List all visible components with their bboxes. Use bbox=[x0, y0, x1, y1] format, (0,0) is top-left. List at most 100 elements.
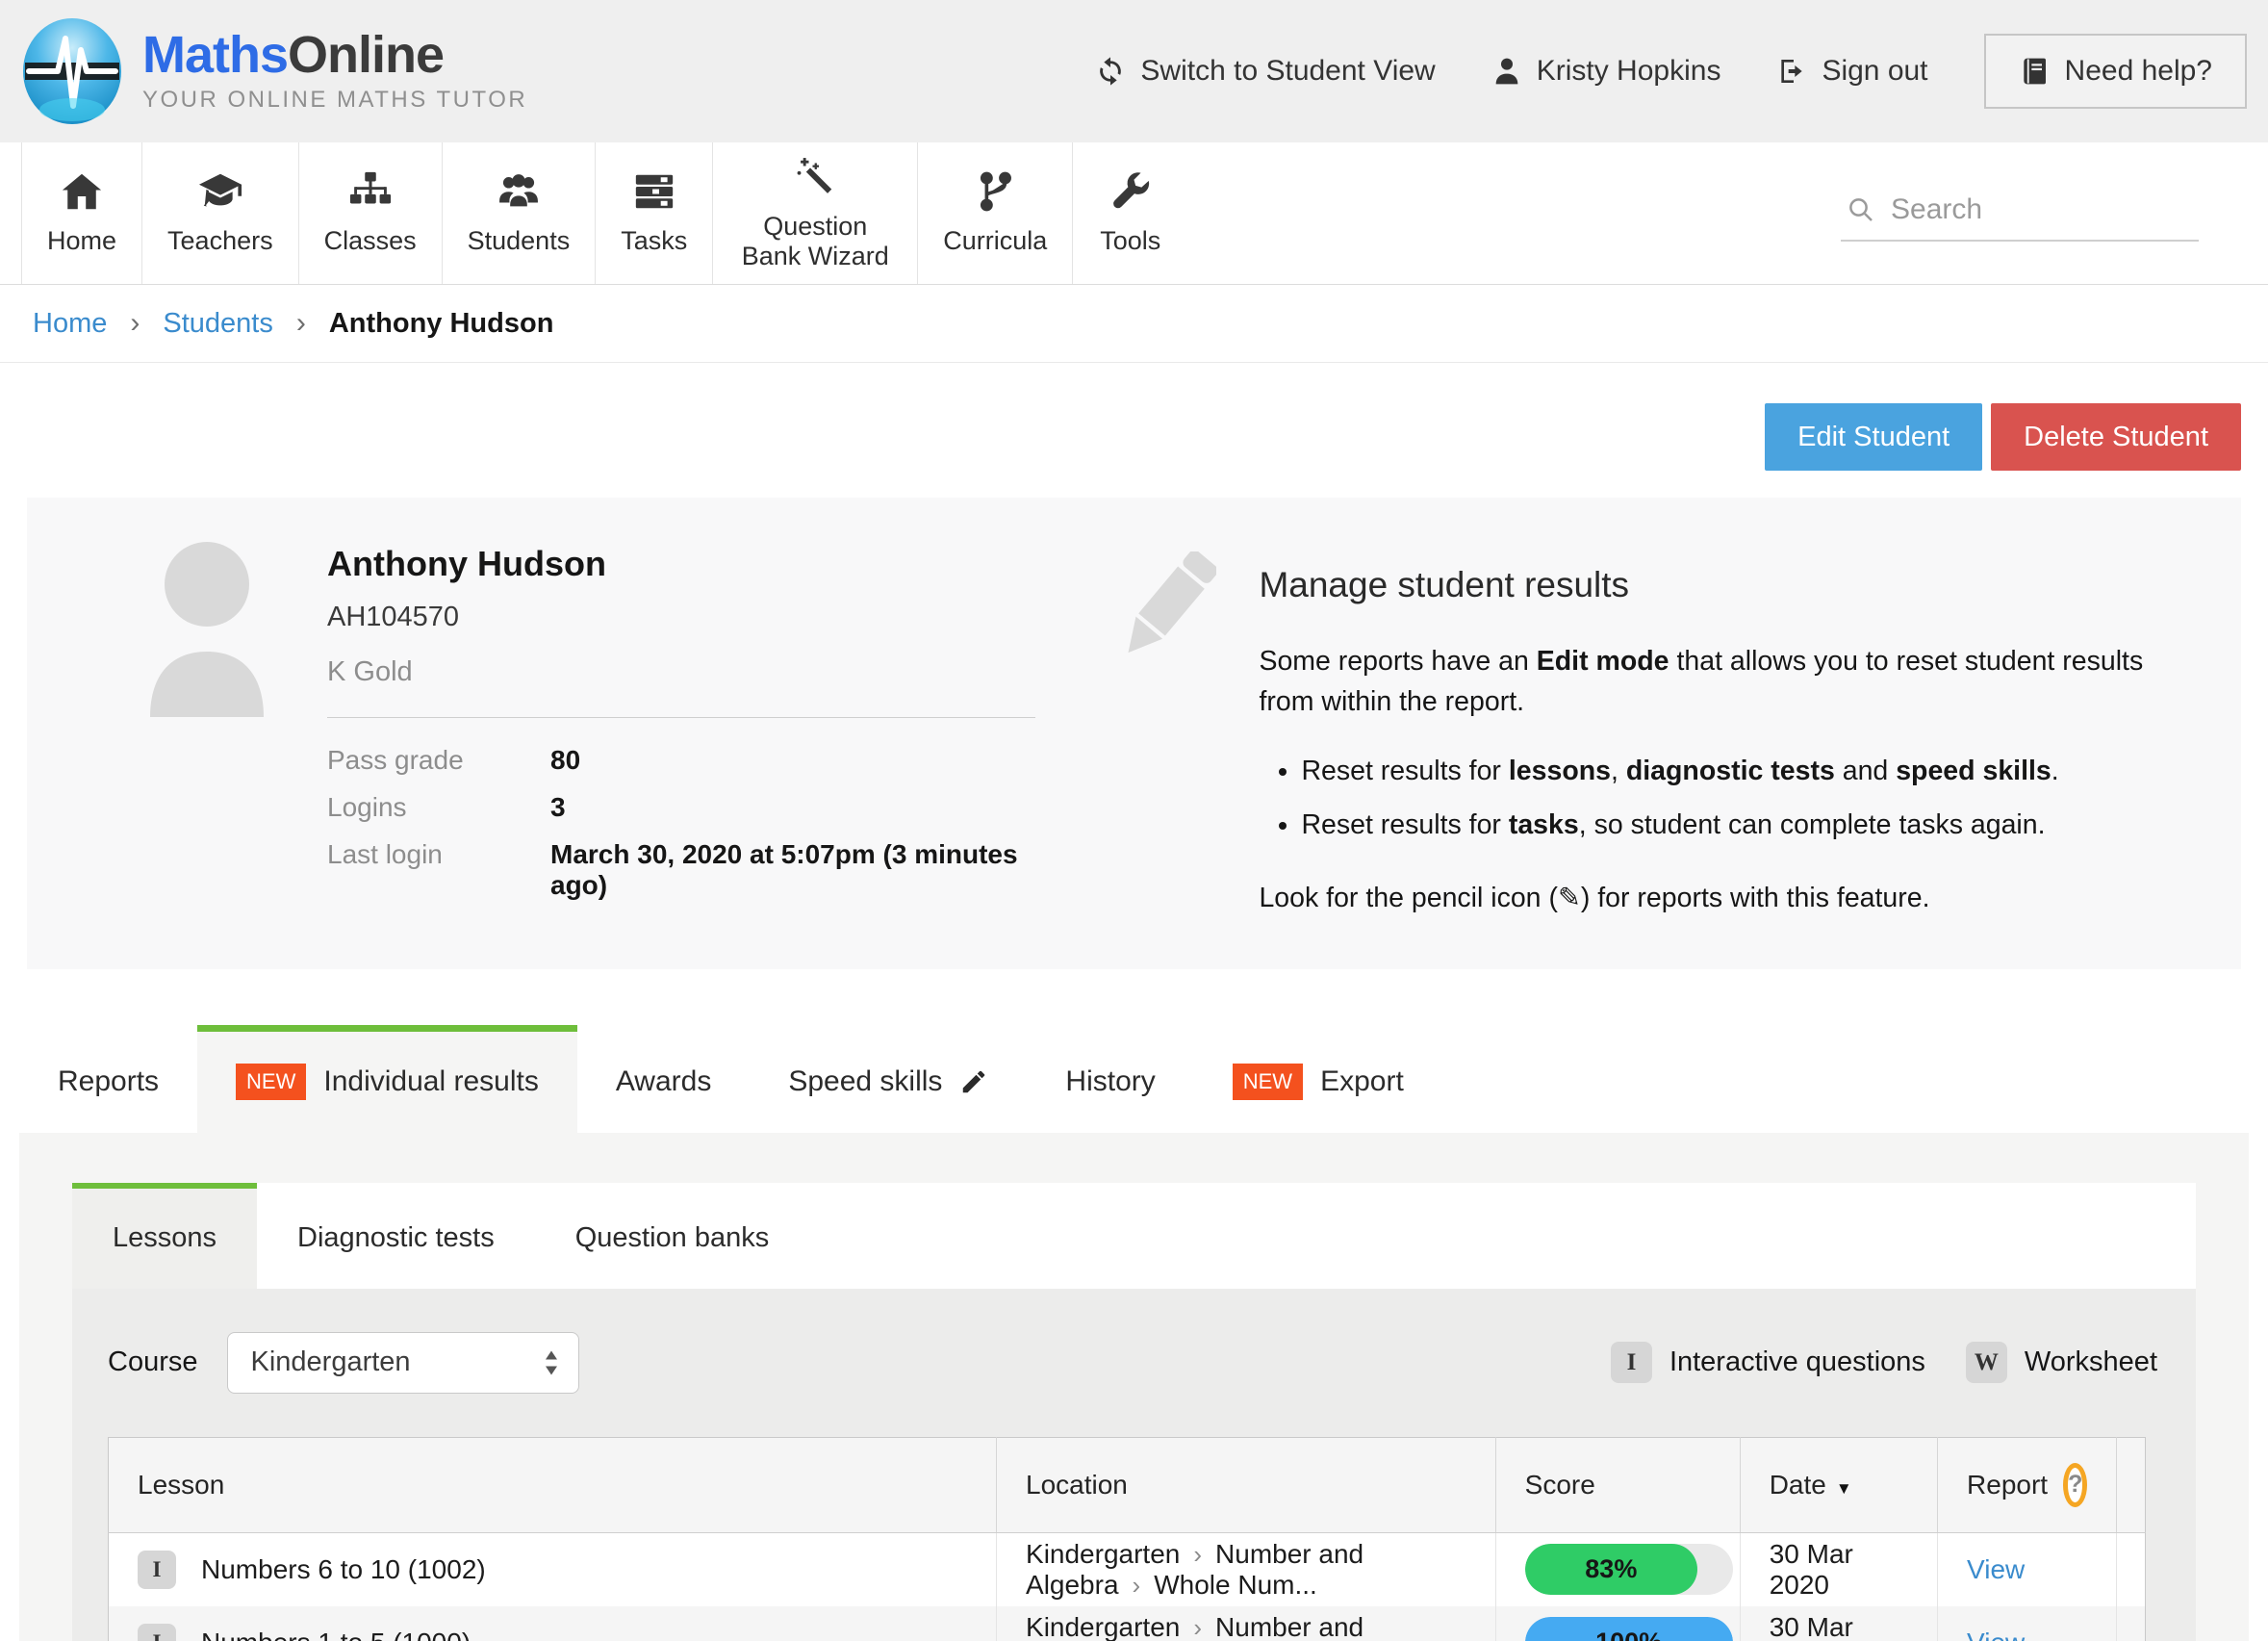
manage-results-intro: Some reports have an Edit mode that allo… bbox=[1259, 641, 2195, 722]
table-row: I Numbers 6 to 10 (1002) Kindergarten›Nu… bbox=[109, 1532, 2146, 1606]
pencil-icon bbox=[1112, 551, 1216, 669]
nav-label: Students bbox=[468, 226, 571, 256]
nav-item-classes[interactable]: Classes bbox=[298, 142, 442, 284]
nav-item-question-bank-wizard[interactable]: Question Bank Wizard bbox=[712, 142, 917, 284]
sitemap-icon bbox=[348, 169, 393, 214]
header-links: Switch to Student View Kristy Hopkins Si… bbox=[1095, 34, 2247, 109]
tab-label: Reports bbox=[58, 1065, 159, 1098]
legend-label: Worksheet bbox=[2025, 1346, 2157, 1378]
nav-item-tools[interactable]: Tools bbox=[1072, 142, 1187, 284]
breadcrumb-students[interactable]: Students bbox=[163, 308, 272, 340]
chevron-right-icon: › bbox=[1180, 1540, 1215, 1569]
table-header-row: Lesson Location Score Date▼ Report ? bbox=[109, 1437, 2146, 1532]
lessons-results-table: Lesson Location Score Date▼ Report ? bbox=[108, 1437, 2146, 1641]
switch-to-student-view-link[interactable]: Switch to Student View bbox=[1095, 55, 1435, 88]
student-info: Anthony Hudson AH104570 K Gold Pass grad… bbox=[73, 538, 1112, 919]
manage-bullet-2: Reset results for tasks, so student can … bbox=[1301, 805, 2195, 845]
subtab-diagnostic-tests[interactable]: Diagnostic tests bbox=[257, 1183, 535, 1289]
subtab-question-banks[interactable]: Question banks bbox=[535, 1183, 810, 1289]
score-value: 100% bbox=[1595, 1628, 1662, 1641]
report-help-icon[interactable]: ? bbox=[2063, 1463, 2087, 1507]
column-header-lesson[interactable]: Lesson bbox=[109, 1437, 997, 1532]
column-header-location[interactable]: Location bbox=[997, 1437, 1496, 1532]
score-bar: 83% bbox=[1525, 1544, 1733, 1595]
book-icon bbox=[2019, 56, 2050, 87]
score-bar: 100% bbox=[1525, 1617, 1733, 1641]
manage-bullet-1: Reset results for lessons, diagnostic te… bbox=[1301, 751, 2195, 791]
lesson-name: Numbers 1 to 5 (1000) bbox=[201, 1628, 471, 1641]
student-actions: Edit Student Delete Student bbox=[0, 363, 2268, 498]
nav-label: Tasks bbox=[621, 226, 687, 256]
detail-label: Logins bbox=[327, 792, 550, 823]
nav-label: Home bbox=[47, 226, 116, 256]
view-report-link[interactable]: View bbox=[1967, 1554, 2025, 1584]
column-header-date[interactable]: Date▼ bbox=[1740, 1437, 1937, 1532]
code-branch-icon bbox=[973, 169, 1017, 214]
need-help-button[interactable]: Need help? bbox=[1984, 34, 2247, 109]
nav-item-teachers[interactable]: Teachers bbox=[141, 142, 298, 284]
detail-label: Pass grade bbox=[327, 745, 550, 776]
score-value: 83% bbox=[1585, 1554, 1637, 1584]
subtab-label: Diagnostic tests bbox=[297, 1222, 495, 1254]
edit-student-button[interactable]: Edit Student bbox=[1765, 403, 1982, 471]
nav-item-tasks[interactable]: Tasks bbox=[595, 142, 712, 284]
column-header-score[interactable]: Score bbox=[1495, 1437, 1740, 1532]
student-name: Anthony Hudson bbox=[327, 544, 1035, 584]
nav-item-home[interactable]: Home bbox=[21, 142, 141, 284]
interactive-badge: I bbox=[138, 1551, 176, 1589]
tab-individual-results[interactable]: NEW Individual results bbox=[197, 1025, 577, 1133]
nav-label: Curricula bbox=[943, 226, 1047, 256]
search-input[interactable] bbox=[1891, 193, 2193, 226]
refresh-icon bbox=[1095, 56, 1126, 87]
main-nav: Home Teachers Classes Students Tasks Que… bbox=[0, 142, 2268, 285]
nav-label: Teachers bbox=[167, 226, 273, 256]
manage-results-info: Manage student results Some reports have… bbox=[1112, 538, 2195, 919]
delete-student-button[interactable]: Delete Student bbox=[1991, 403, 2241, 471]
tab-speed-skills[interactable]: Speed skills bbox=[750, 1025, 1027, 1133]
tab-reports[interactable]: Reports bbox=[19, 1025, 197, 1133]
sign-out-link[interactable]: Sign out bbox=[1776, 55, 1927, 88]
brand-tagline: YOUR ONLINE MATHS TUTOR bbox=[142, 87, 527, 114]
home-icon bbox=[60, 169, 104, 214]
user-menu[interactable]: Kristy Hopkins bbox=[1491, 55, 1721, 88]
tab-history[interactable]: History bbox=[1027, 1025, 1193, 1133]
legend-label: Interactive questions bbox=[1669, 1346, 1925, 1378]
breadcrumb-separator: › bbox=[130, 307, 140, 340]
lesson-date: 30 Mar 2020 bbox=[1740, 1532, 1937, 1606]
pencil-icon bbox=[959, 1067, 988, 1096]
sort-desc-icon: ▼ bbox=[1836, 1479, 1852, 1498]
chevron-right-icon: › bbox=[1180, 1613, 1215, 1641]
nav-label: Question Bank Wizard bbox=[738, 212, 892, 271]
logo-text: MathsOnline YOUR ONLINE MATHS TUTOR bbox=[142, 29, 527, 114]
nav-item-students[interactable]: Students bbox=[442, 142, 596, 284]
tab-label: Awards bbox=[616, 1065, 712, 1098]
tab-label: Export bbox=[1320, 1065, 1404, 1098]
brand-online: Online bbox=[288, 26, 444, 84]
interactive-badge: I bbox=[138, 1624, 176, 1641]
interactive-badge: I bbox=[1611, 1342, 1652, 1383]
sign-out-label: Sign out bbox=[1822, 55, 1927, 88]
select-arrows-icon bbox=[544, 1348, 559, 1377]
nav-label: Tools bbox=[1100, 226, 1160, 256]
lesson-date: 30 Mar 2020 bbox=[1740, 1606, 1937, 1641]
search-icon bbox=[1847, 195, 1875, 224]
tab-awards[interactable]: Awards bbox=[577, 1025, 751, 1133]
subtab-label: Lessons bbox=[113, 1222, 217, 1254]
subtab-lessons[interactable]: Lessons bbox=[72, 1183, 257, 1289]
sign-out-icon bbox=[1776, 56, 1807, 87]
individual-results-panel: Lessons Diagnostic tests Question banks … bbox=[19, 1133, 2249, 1641]
search-box[interactable] bbox=[1841, 186, 2199, 242]
legend-worksheet: W Worksheet bbox=[1966, 1342, 2157, 1383]
view-report-link[interactable]: View bbox=[1967, 1628, 2025, 1641]
app-logo[interactable]: MathsOnline YOUR ONLINE MATHS TUTOR bbox=[21, 17, 527, 125]
nav-item-curricula[interactable]: Curricula bbox=[917, 142, 1072, 284]
breadcrumb-home[interactable]: Home bbox=[33, 308, 107, 340]
breadcrumb: Home › Students › Anthony Hudson bbox=[0, 285, 2268, 363]
course-select[interactable]: Kindergarten bbox=[227, 1332, 579, 1394]
manage-results-title: Manage student results bbox=[1259, 559, 2195, 612]
detail-last-login: Last login March 30, 2020 at 5:07pm (3 m… bbox=[327, 839, 1035, 901]
manage-results-list: Reset results for lessons, diagnostic te… bbox=[1301, 751, 2195, 845]
lessons-content: Course Kindergarten I Interactive questi… bbox=[72, 1289, 2196, 1641]
tab-export[interactable]: NEW Export bbox=[1194, 1025, 1442, 1133]
breadcrumb-current: Anthony Hudson bbox=[329, 308, 554, 340]
